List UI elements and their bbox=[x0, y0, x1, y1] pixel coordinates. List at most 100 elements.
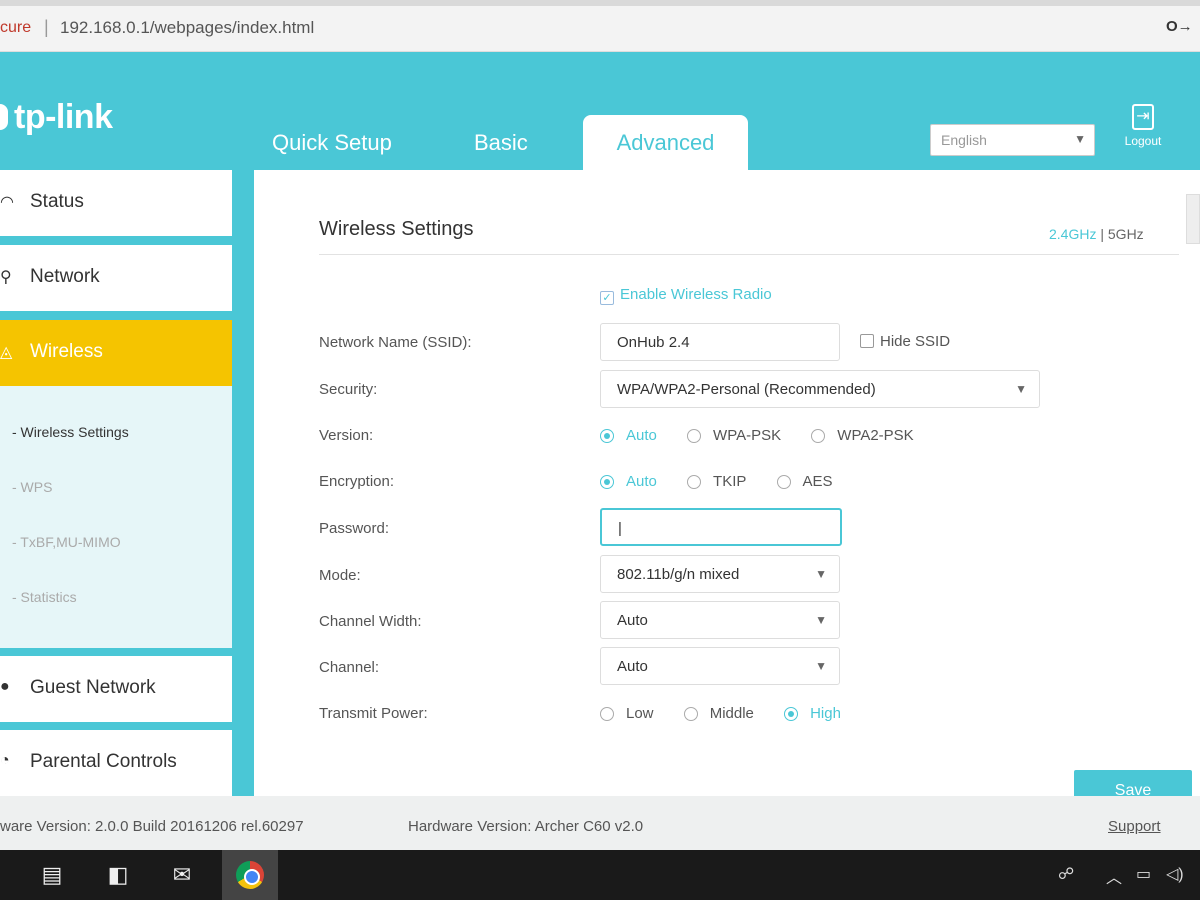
sidebar-item-label: Status bbox=[30, 191, 84, 212]
tab-advanced[interactable]: Advanced bbox=[583, 115, 748, 172]
password-label: Password: bbox=[319, 520, 390, 537]
security-indicator[interactable]: cure bbox=[0, 19, 31, 37]
version-radio-group: Auto WPA-PSK WPA2-PSK bbox=[600, 427, 940, 447]
sidebar-item-status[interactable]: ◠ Status bbox=[0, 170, 232, 236]
channel-width-select[interactable]: Auto ▼ bbox=[600, 601, 840, 639]
guest-icon: ● bbox=[0, 678, 10, 695]
radio-label: Low bbox=[626, 705, 654, 722]
windows-taskbar: ▤ ◧ ✉ ☍ ︿ ▭ ◁) bbox=[0, 850, 1200, 900]
encryption-aes-radio[interactable]: AES bbox=[776, 473, 833, 490]
radio-label: High bbox=[810, 705, 841, 722]
key-icon[interactable]: O→ bbox=[1166, 18, 1193, 35]
sidebar-item-guest-network[interactable]: ● Guest Network bbox=[0, 656, 232, 722]
network-icon: ⚲ bbox=[0, 269, 12, 286]
browser-address-bar: cure | 192.168.0.1/webpages/index.html O… bbox=[0, 0, 1200, 52]
chevron-down-icon: ▼ bbox=[1015, 382, 1027, 396]
radio-dot bbox=[600, 474, 614, 489]
radio-dot bbox=[776, 474, 791, 489]
enable-wireless-radio-checkbox[interactable]: ✓ Enable Wireless Radio bbox=[600, 286, 772, 305]
mode-select[interactable]: 802.11b/g/n mixed ▼ bbox=[600, 555, 840, 593]
encryption-label: Encryption: bbox=[319, 473, 395, 490]
submenu-wps[interactable]: - WPS bbox=[12, 479, 52, 495]
password-input[interactable]: | bbox=[600, 508, 842, 546]
sidebar-item-label: Parental Controls bbox=[30, 751, 177, 772]
page-footer: ware Version: 2.0.0 Build 20161206 rel.6… bbox=[0, 796, 1200, 850]
radio-label: Auto bbox=[626, 473, 657, 490]
encryption-auto-radio[interactable]: Auto bbox=[600, 473, 657, 490]
url-field[interactable]: 192.168.0.1/webpages/index.html bbox=[60, 18, 314, 38]
radio-label: WPA-PSK bbox=[713, 427, 782, 444]
chrome-icon bbox=[236, 861, 264, 889]
scrollbar-thumb[interactable] bbox=[1186, 194, 1200, 244]
radio-dot bbox=[683, 706, 698, 721]
chevron-down-icon: ▼ bbox=[815, 659, 827, 673]
sidebar-item-label: Network bbox=[30, 266, 100, 287]
mode-value: 802.11b/g/n mixed bbox=[617, 566, 740, 583]
channel-select[interactable]: Auto ▼ bbox=[600, 647, 840, 685]
band-separator: | bbox=[1100, 226, 1104, 242]
battery-icon[interactable]: ▭ bbox=[1136, 864, 1151, 884]
check-icon: ✓ bbox=[600, 291, 614, 305]
ssid-input[interactable]: OnHub 2.4 bbox=[600, 323, 840, 361]
version-wpa2-psk-radio[interactable]: WPA2-PSK bbox=[811, 427, 914, 444]
submenu-wireless-settings[interactable]: - Wireless Settings bbox=[12, 424, 129, 440]
transmit-power-label: Transmit Power: bbox=[319, 705, 428, 722]
sidebar-item-wireless[interactable]: ◬ Wireless bbox=[0, 320, 232, 386]
logo-mark bbox=[0, 104, 8, 130]
logout-button[interactable]: ⇥ Logout bbox=[1118, 104, 1168, 148]
firmware-version: ware Version: 2.0.0 Build 20161206 rel.6… bbox=[0, 818, 304, 835]
band-2-4ghz-link[interactable]: 2.4GHz bbox=[1049, 226, 1096, 242]
logout-label: Logout bbox=[1124, 134, 1162, 148]
encryption-tkip-radio[interactable]: TKIP bbox=[687, 473, 746, 490]
volume-icon[interactable]: ◁) bbox=[1166, 864, 1184, 884]
power-low-radio[interactable]: Low bbox=[600, 705, 654, 722]
channel-label: Channel: bbox=[319, 659, 380, 676]
radio-dot bbox=[687, 474, 702, 489]
file-explorer-icon[interactable]: ▤ bbox=[36, 859, 68, 891]
radio-label: TKIP bbox=[713, 473, 747, 490]
submenu-statistics[interactable]: - Statistics bbox=[12, 589, 77, 605]
submenu-txbf-mu-mimo[interactable]: - TxBF,MU-MIMO bbox=[12, 534, 121, 550]
browser-tab-strip bbox=[0, 0, 1200, 6]
chrome-taskbar-button[interactable] bbox=[222, 850, 278, 900]
channel-width-value: Auto bbox=[617, 612, 648, 629]
sidebar-item-label: Wireless bbox=[30, 341, 103, 362]
sidebar-item-parental-controls[interactable]: ◔ Parental Controls bbox=[0, 730, 232, 796]
security-select[interactable]: WPA/WPA2-Personal (Recommended) ▼ bbox=[600, 370, 1040, 408]
radio-dot bbox=[811, 428, 826, 443]
mail-icon[interactable]: ✉ bbox=[166, 859, 198, 891]
checkbox-box bbox=[860, 334, 874, 348]
sidebar-item-network[interactable]: ⚲ Network bbox=[0, 245, 232, 311]
language-select[interactable]: English ▼ bbox=[930, 124, 1095, 156]
power-high-radio[interactable]: High bbox=[784, 705, 841, 722]
people-icon[interactable]: ☍ bbox=[1058, 864, 1074, 884]
channel-width-label: Channel Width: bbox=[319, 613, 422, 630]
radio-label: WPA2-PSK bbox=[837, 427, 914, 444]
channel-value: Auto bbox=[617, 658, 648, 675]
chevron-down-icon: ▼ bbox=[815, 567, 827, 581]
power-middle-radio[interactable]: Middle bbox=[683, 705, 754, 722]
version-wpa-psk-radio[interactable]: WPA-PSK bbox=[687, 427, 781, 444]
hide-ssid-label: Hide SSID bbox=[880, 333, 951, 350]
security-label: Security: bbox=[319, 381, 378, 398]
radio-dot bbox=[687, 428, 702, 443]
version-label: Version: bbox=[319, 427, 374, 444]
chevron-down-icon: ▼ bbox=[1074, 132, 1086, 146]
band-switch: 2.4GHz | 5GHz bbox=[1049, 226, 1144, 242]
mode-label: Mode: bbox=[319, 567, 361, 584]
page-title: Wireless Settings bbox=[319, 218, 474, 240]
store-icon[interactable]: ◧ bbox=[102, 859, 134, 891]
tab-basic[interactable]: Basic bbox=[474, 130, 528, 156]
hide-ssid-checkbox[interactable]: Hide SSID bbox=[860, 333, 950, 350]
radio-dot bbox=[600, 706, 614, 721]
support-link[interactable]: Support bbox=[1108, 818, 1161, 835]
title-divider bbox=[319, 254, 1179, 255]
wireless-submenu: - Wireless Settings - WPS - TxBF,MU-MIMO… bbox=[0, 386, 232, 648]
logo-text: tp-link bbox=[14, 98, 113, 136]
gauge-icon: ◠ bbox=[0, 194, 14, 211]
security-value: WPA/WPA2-Personal (Recommended) bbox=[617, 381, 876, 398]
chevron-up-icon[interactable]: ︿ bbox=[1106, 864, 1122, 888]
version-auto-radio[interactable]: Auto bbox=[600, 427, 657, 444]
tab-quick-setup[interactable]: Quick Setup bbox=[272, 130, 392, 156]
band-5ghz-link[interactable]: 5GHz bbox=[1108, 226, 1144, 242]
